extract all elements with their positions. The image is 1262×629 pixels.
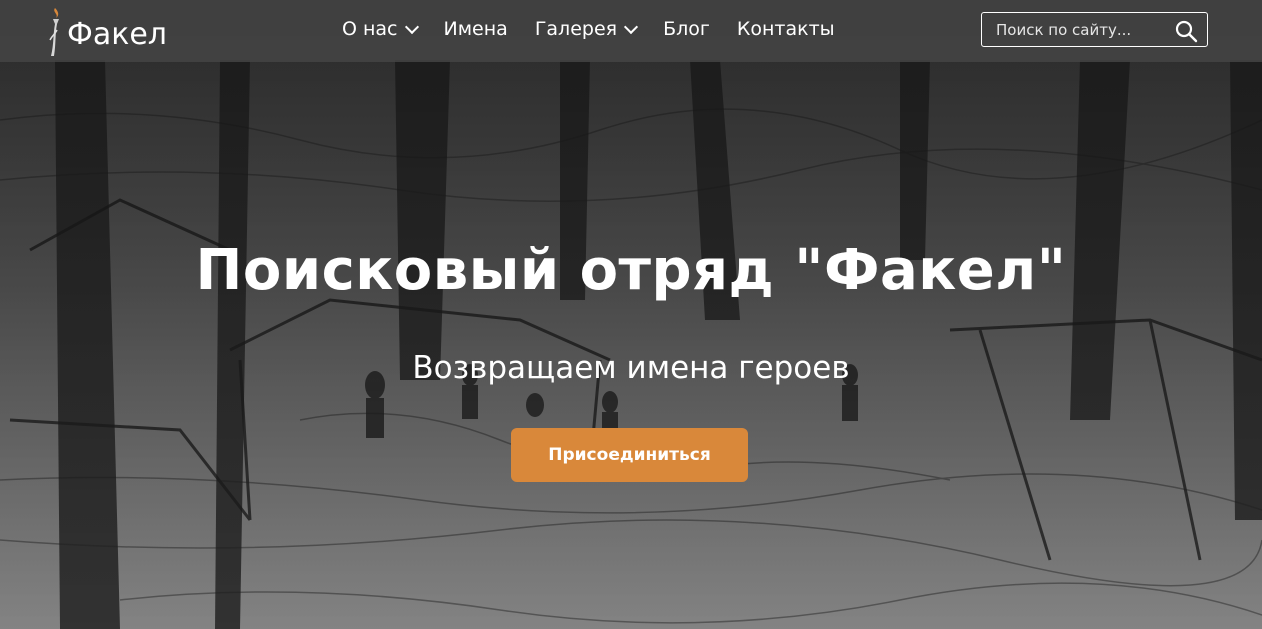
- nav-item-about[interactable]: О нас: [342, 18, 419, 40]
- hero-title: Поисковый отряд "Факел": [195, 238, 1067, 303]
- search-input[interactable]: [996, 20, 1166, 39]
- chevron-down-icon: [624, 19, 639, 34]
- hero-background: [0, 0, 1262, 629]
- torch-icon: [46, 6, 66, 58]
- nav-item-blog[interactable]: Блог: [663, 18, 710, 40]
- logo-text: Факел: [67, 16, 167, 52]
- nav-item-contacts[interactable]: Контакты: [737, 18, 835, 40]
- nav-item-label: О нас: [342, 18, 398, 40]
- site-header: Факел О нас Имена Галерея Блог Контакты: [0, 0, 1262, 62]
- search-box: [981, 12, 1208, 47]
- nav-item-label: Контакты: [736, 18, 835, 40]
- nav-item-label: Блог: [663, 18, 710, 40]
- nav-item-names[interactable]: Имена: [444, 18, 508, 40]
- hero-subtitle: Возвращаем имена героев: [412, 350, 850, 386]
- main-navigation: О нас Имена Галерея Блог Контакты: [342, 18, 862, 40]
- nav-item-label: Имена: [443, 18, 508, 40]
- search-button[interactable]: [1174, 19, 1198, 43]
- page: Факел О нас Имена Галерея Блог Контакты: [0, 0, 1262, 629]
- nav-item-gallery[interactable]: Галерея: [534, 18, 639, 40]
- join-button[interactable]: Присоединиться: [511, 428, 748, 482]
- sketch-illustration: [0, 0, 1262, 629]
- search-icon: [1175, 20, 1198, 43]
- chevron-down-icon: [404, 19, 419, 34]
- site-logo[interactable]: Факел: [46, 6, 167, 58]
- nav-item-label: Галерея: [534, 18, 618, 40]
